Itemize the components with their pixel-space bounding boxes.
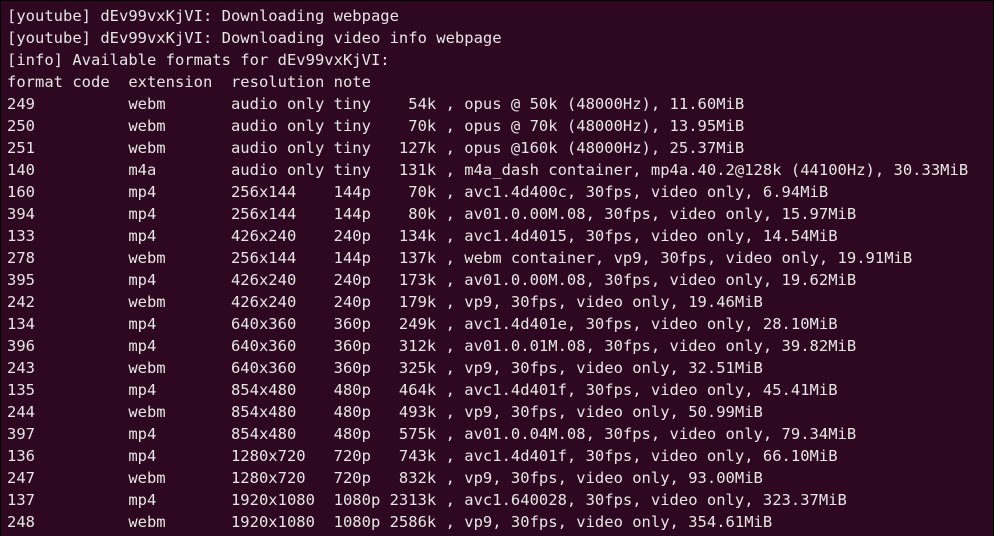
terminal-output: [youtube] dEv99vxKjVI: Downloading webpa… xyxy=(0,0,994,536)
